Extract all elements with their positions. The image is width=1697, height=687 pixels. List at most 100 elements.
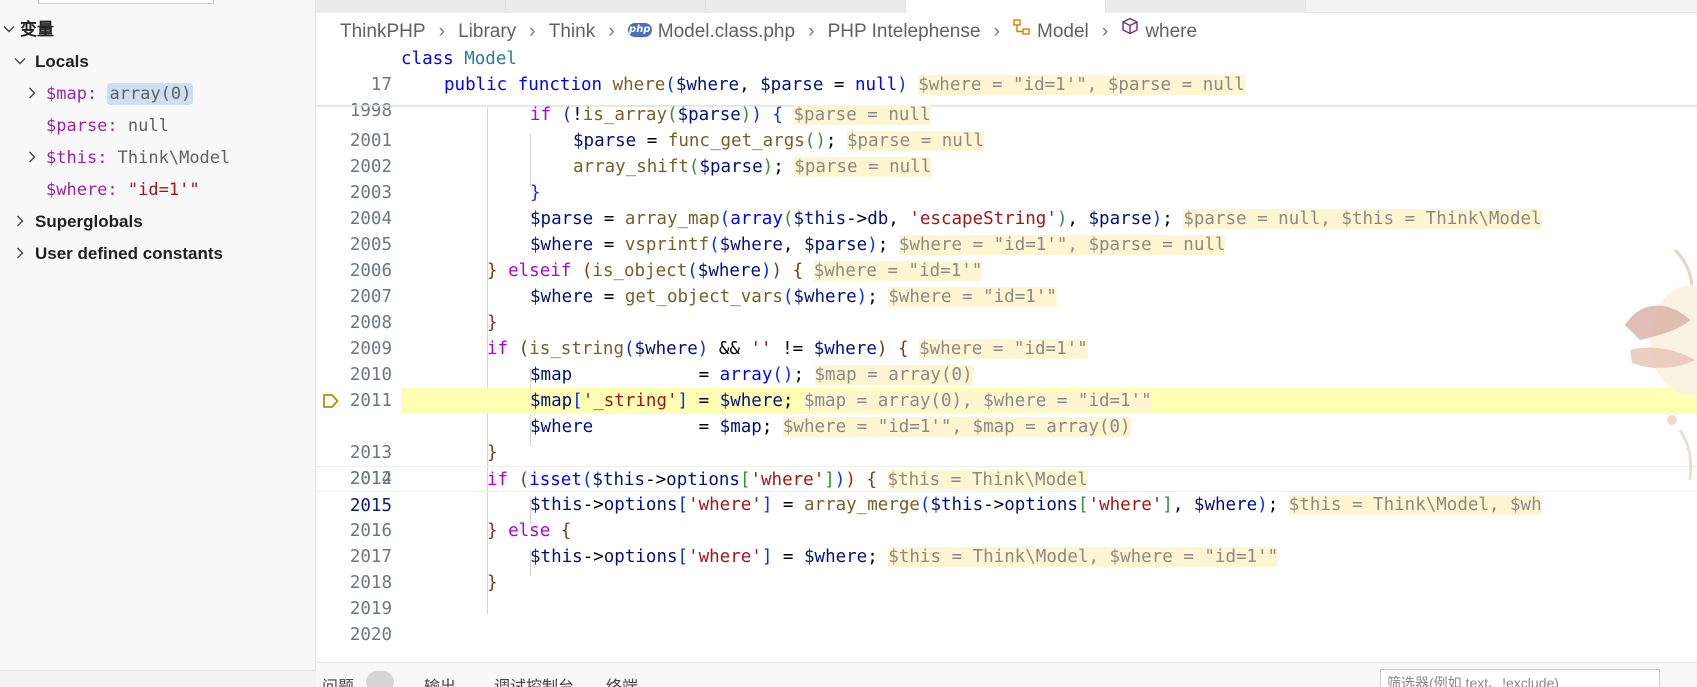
tab-problems[interactable]: 问题 (322, 673, 354, 687)
code-line[interactable]: 2011 $map = array(); $map = array(0) (316, 362, 1697, 411)
breadcrumb-item[interactable]: ThinkPHP (340, 14, 426, 50)
variables-section-header[interactable]: 变量 (0, 13, 315, 47)
variable-separator: : (97, 148, 118, 168)
breadcrumb: ThinkPHP › Library › Think › php Model.cl… (316, 14, 1697, 50)
variable-name: $map (46, 84, 87, 104)
variable-row-where[interactable]: $where: "id=1'" (0, 173, 315, 207)
inline-value: $where = "id=1'", $parse = null (898, 235, 1226, 255)
code-line[interactable]: 2005 $parse = array_map(array($this->db,… (316, 206, 1697, 255)
breadcrumb-item[interactable]: Think (549, 14, 595, 50)
tab-terminal[interactable]: 终端 (606, 673, 638, 687)
breadcrumb-file-label: Model.class.php (657, 21, 796, 42)
inline-value: $parse = null (846, 131, 984, 151)
locals-scope[interactable]: Locals (0, 45, 315, 79)
constants-label: User defined constants (35, 244, 223, 263)
breadcrumb-class-label: Model (1037, 21, 1089, 42)
breadcrumb-item[interactable]: Library (458, 14, 516, 50)
variable-name: $this (46, 148, 98, 168)
code-line[interactable]: 2013 $where = $map; $where = "id=1'", $m… (316, 414, 1697, 463)
variables-panel: 变量 Locals $map: array(0) $parse: null $t… (0, 0, 316, 687)
editor-tab[interactable] (706, 0, 906, 13)
chevron-right-icon (11, 205, 29, 239)
inline-value: $where = "id=1'", $parse = null (918, 75, 1245, 95)
code-line[interactable]: 2019 } (316, 570, 1697, 619)
editor-tab-strip (316, 0, 1697, 13)
inline-value: $parse = null (794, 157, 932, 177)
bottom-panel: 问题 输出 调试控制台 终端 筛选器(例如 text、!exclude) (316, 662, 1697, 687)
chevron-right-icon (23, 141, 41, 175)
variable-separator: : (86, 84, 108, 104)
chevron-right-icon: › (808, 21, 815, 42)
breadcrumb-method-label: where (1145, 21, 1198, 42)
variable-row-this[interactable]: $this: Think\Model (0, 141, 315, 175)
code-line[interactable]: 2017 } else { (316, 518, 1697, 567)
inline-value: $this = Think\Model, $where = "id=1'" (888, 547, 1279, 567)
variable-name: $parse (46, 116, 108, 136)
code-line[interactable]: 2016 $this->options['where'] = array_mer… (316, 492, 1697, 541)
code-line[interactable]: 17 class Model (316, 50, 1697, 95)
code-line[interactable]: 2010 if (is_string($where) && '' != $whe… (316, 336, 1697, 385)
code-line[interactable]: 2020 (316, 596, 1697, 645)
chevron-right-icon (11, 237, 29, 271)
variable-separator: : (107, 180, 128, 200)
sidebar-bottom-strip (0, 670, 316, 687)
variable-value: "id=1'" (127, 180, 200, 200)
tab-debug-console[interactable]: 调试控制台 (494, 673, 574, 687)
line-number: 2020 (349, 625, 392, 645)
tab-output[interactable]: 输出 (424, 673, 456, 687)
current-execution-line[interactable]: 2012 $map['_string'] = $where; $map = ar… (316, 388, 1697, 489)
locals-label: Locals (35, 52, 89, 71)
method-cube-icon (1121, 12, 1139, 48)
code-line[interactable]: 2014 } (316, 440, 1697, 489)
background-anime-art-image (1625, 248, 1697, 481)
chevron-right-icon (23, 77, 41, 111)
code-line[interactable]: 2004 } (316, 180, 1697, 229)
code-line[interactable]: 2001 if (!is_array($parse)) { $parse = n… (316, 102, 1697, 151)
variables-title: 变量 (20, 20, 54, 39)
cursor-line[interactable]: 2015 if (isset($this->options['where']))… (316, 466, 1697, 516)
chevron-right-icon: › (608, 21, 615, 42)
variable-name: $where (46, 180, 108, 200)
code-line[interactable]: 2008 $where = get_object_vars($where); $… (316, 284, 1697, 333)
chevron-right-icon: › (993, 21, 1000, 42)
code-line[interactable]: 1998 public function where($where, $pars… (316, 72, 1697, 121)
editor-tab[interactable] (506, 0, 706, 13)
variable-value: null (127, 116, 169, 136)
superglobals-label: Superglobals (35, 212, 143, 231)
variable-row-map[interactable]: $map: array(0) (0, 77, 315, 111)
code-line[interactable]: 2009 } (316, 310, 1697, 359)
class-icon (1013, 12, 1031, 48)
inline-value: $where = "id=1'" (919, 339, 1088, 359)
breadcrumb-class[interactable]: Model (1013, 14, 1089, 50)
inline-value: $map = array(0) (814, 365, 973, 385)
inline-value: $map = array(0), $where = "id=1'" (803, 391, 1152, 411)
code-line[interactable]: 2018 $this->options['where'] = $where; $… (316, 544, 1697, 593)
chevron-down-icon (11, 45, 29, 79)
variable-separator: : (107, 116, 128, 136)
inline-value: $where = "id=1'", $map = array(0) (782, 417, 1131, 437)
sidebar-top-input[interactable] (38, 0, 214, 4)
code-line[interactable]: 2003 array_shift($parse); $parse = null (316, 154, 1697, 203)
chevron-right-icon: › (1101, 21, 1109, 42)
chevron-down-icon (0, 13, 18, 47)
filter-input[interactable]: 筛选器(例如 text、!exclude) (1380, 669, 1660, 687)
variable-row-parse[interactable]: $parse: null (0, 109, 315, 143)
constants-scope[interactable]: User defined constants (0, 237, 315, 271)
breadcrumb-method[interactable]: where (1121, 14, 1197, 50)
code-line[interactable]: 2007 } elseif (is_object($where)) { $whe… (316, 258, 1697, 307)
breadcrumb-file[interactable]: php Model.class.php (627, 14, 796, 50)
code-line[interactable]: 2006 $where = vsprintf($where, $parse); … (316, 232, 1697, 281)
editor-tab[interactable] (316, 0, 506, 13)
code-line[interactable]: 2002 $parse = func_get_args(); $parse = … (316, 128, 1697, 177)
inline-value: $where = "id=1'" (813, 261, 983, 281)
inline-value: $this = Think\Model, $wh (1288, 495, 1542, 515)
chevron-right-icon: › (529, 21, 536, 42)
variable-value[interactable]: array(0) (107, 83, 194, 105)
editor-tab-active[interactable] (906, 0, 1106, 13)
inline-value: $this = Think\Model (887, 470, 1088, 490)
superglobals-scope[interactable]: Superglobals (0, 205, 315, 239)
code-editor[interactable]: 17 class Model 1998 public function wher… (316, 50, 1697, 662)
debug-current-line-arrow-icon[interactable] (322, 392, 340, 410)
chevron-right-icon: › (438, 21, 445, 42)
breadcrumb-item[interactable]: PHP Intelephense (828, 14, 981, 50)
